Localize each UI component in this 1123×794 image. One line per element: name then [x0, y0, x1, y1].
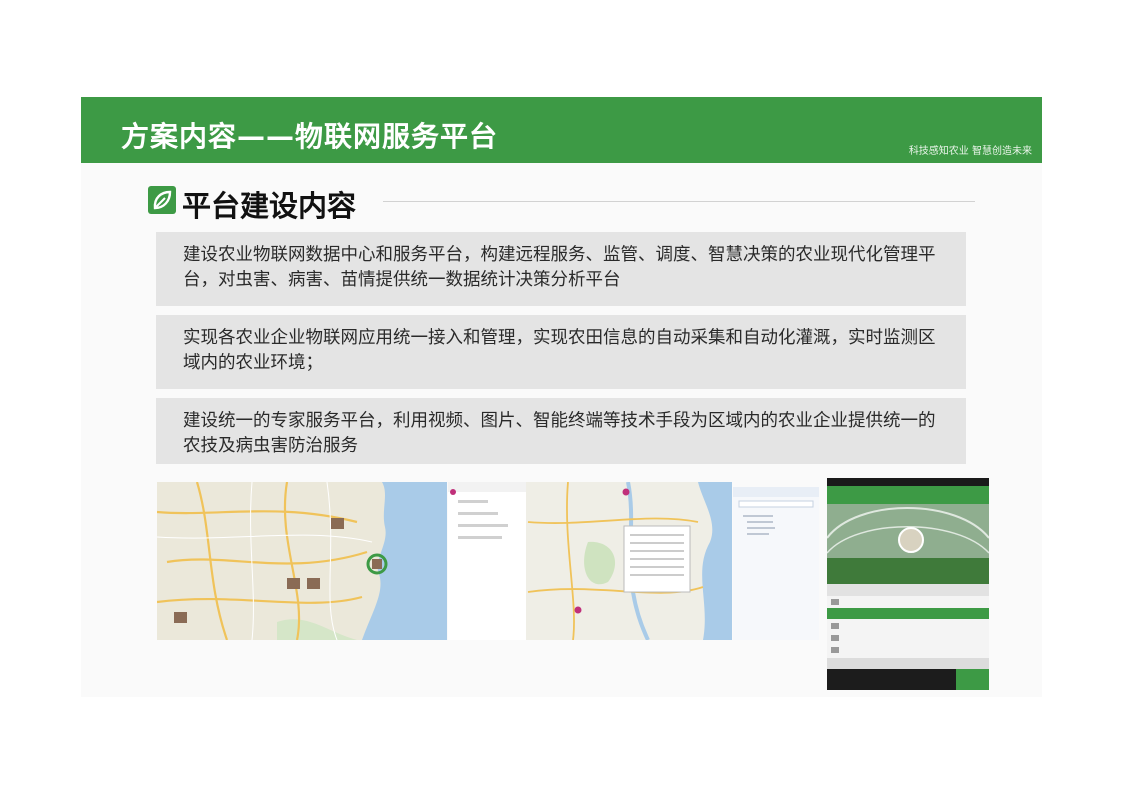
content-card: 实现各农业企业物联网应用统一接入和管理，实现农田信息的自动采集和自动化灌溉，实时… — [156, 315, 966, 389]
map-screenshot-detail — [448, 482, 732, 640]
header-bar: 方案内容——物联网服务平台 科技感知农业 智慧创造未来 — [81, 97, 1042, 163]
mobile-app-screenshot — [827, 478, 989, 690]
page-title: 方案内容——物联网服务平台 — [121, 120, 499, 153]
device-tree-panel — [733, 487, 819, 640]
section-title: 平台建设内容 — [182, 189, 357, 223]
content-text: 建设统一的专家服务平台，利用视频、图片、智能终端等技术手段为区域内的农业企业提供… — [183, 411, 936, 456]
map-screenshot-regional — [157, 482, 447, 640]
content-text: 建设农业物联网数据中心和服务平台，构建远程服务、监管、调度、智慧决策的农业现代化… — [183, 245, 936, 290]
content-card: 建设农业物联网数据中心和服务平台，构建远程服务、监管、调度、智慧决策的农业现代化… — [156, 232, 966, 306]
section-divider — [383, 201, 975, 202]
content-card: 建设统一的专家服务平台，利用视频、图片、智能终端等技术手段为区域内的农业企业提供… — [156, 398, 966, 464]
header-slogan: 科技感知农业 智慧创造未来 — [908, 146, 1032, 157]
content-text: 实现各农业企业物联网应用统一接入和管理，实现农田信息的自动采集和自动化灌溉，实时… — [183, 328, 936, 373]
leaf-icon — [148, 186, 176, 214]
